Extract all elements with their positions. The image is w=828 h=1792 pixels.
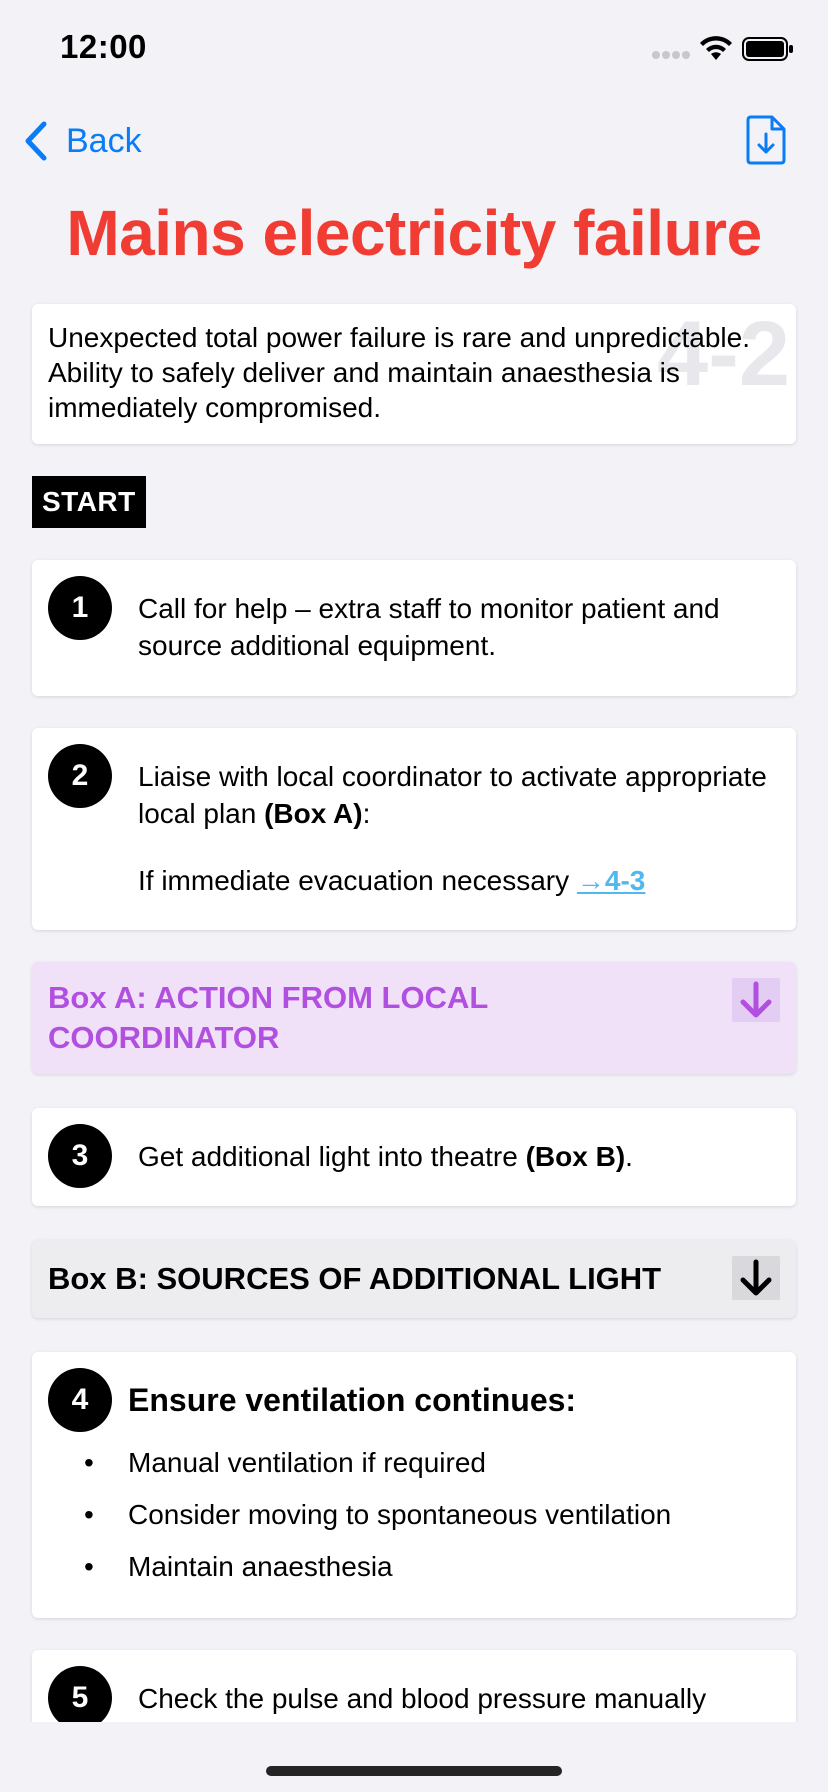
step-number: 4 [48,1368,112,1432]
bottom-safe-area [0,1722,828,1792]
step-text: Call for help – extra staff to monitor p… [138,593,720,661]
step-card-3: 3 Get additional light into theatre (Box… [32,1108,796,1206]
step-text-bold: (Box A) [264,798,363,829]
list-item-text: Consider moving to spontaneous ventilati… [128,1499,672,1530]
battery-icon [742,37,793,61]
cross-reference-link[interactable]: →4-3 [577,865,645,896]
page-title: Mains electricity failure [66,197,762,269]
step-text-part: . [625,1141,633,1172]
start-badge: START [32,476,146,528]
list-item-text: Manual ventilation if required [128,1447,486,1478]
step-number: 5 [48,1666,112,1730]
step-card-4: 4 Ensure ventilation continues: • Manual… [32,1352,796,1618]
back-label: Back [66,121,142,160]
arrow-down-icon[interactable] [732,978,780,1022]
back-button[interactable]: Back [22,118,142,164]
status-time: 12:00 [60,28,147,65]
box-a-header[interactable]: Box A: ACTION FROM LOCAL COORDINATOR [32,962,796,1074]
step-text: Check the pulse and blood pressure manua… [138,1683,707,1714]
home-indicator[interactable] [266,1766,562,1776]
step-number: 3 [48,1124,112,1188]
step-text-bold: (Box B) [525,1141,626,1172]
wifi-icon [700,36,732,60]
step-heading: Ensure ventilation continues: [128,1382,577,1418]
box-b-header[interactable]: Box B: SOURCES OF ADDITIONAL LIGHT [32,1240,796,1318]
box-b-title: Box B: SOURCES OF ADDITIONAL LIGHT [48,1261,662,1296]
evacuation-line: If immediate evacuation necessary →4-3 [138,862,645,899]
status-bar: 12:00 [0,0,828,100]
chevron-left-icon [25,121,47,161]
step-card-1: 1 Call for help – extra staff to monitor… [32,560,796,696]
step-text: Liaise with local coordinator to activat… [138,758,778,832]
box-a-title: Box A: ACTION FROM LOCAL COORDINATOR [48,980,488,1055]
arrow-down-icon[interactable] [732,1256,780,1300]
step-text-part: : [362,798,371,829]
intro-text: Unexpected total power failure is rare a… [48,322,750,423]
bullet-dot: • [84,1447,94,1478]
bullet-dot: • [84,1551,94,1582]
document-download-icon[interactable] [744,114,788,166]
step-number: 1 [48,576,112,640]
evacuation-text: If immediate evacuation necessary [138,865,577,896]
bullet-dot: • [84,1499,94,1530]
step-text-part: Liaise with local coordinator to activat… [138,761,767,829]
cellular-signal-icon [652,51,690,59]
step-text-part: Get additional light into theatre [138,1141,526,1172]
step-text: Get additional light into theatre (Box B… [138,1138,778,1175]
list-item-text: Maintain anaesthesia [128,1551,393,1582]
step-number: 2 [48,744,112,808]
intro-card: 4-2 Unexpected total power failure is ra… [32,304,796,444]
step-card-2: 2 Liaise with local coordinator to activ… [32,728,796,930]
